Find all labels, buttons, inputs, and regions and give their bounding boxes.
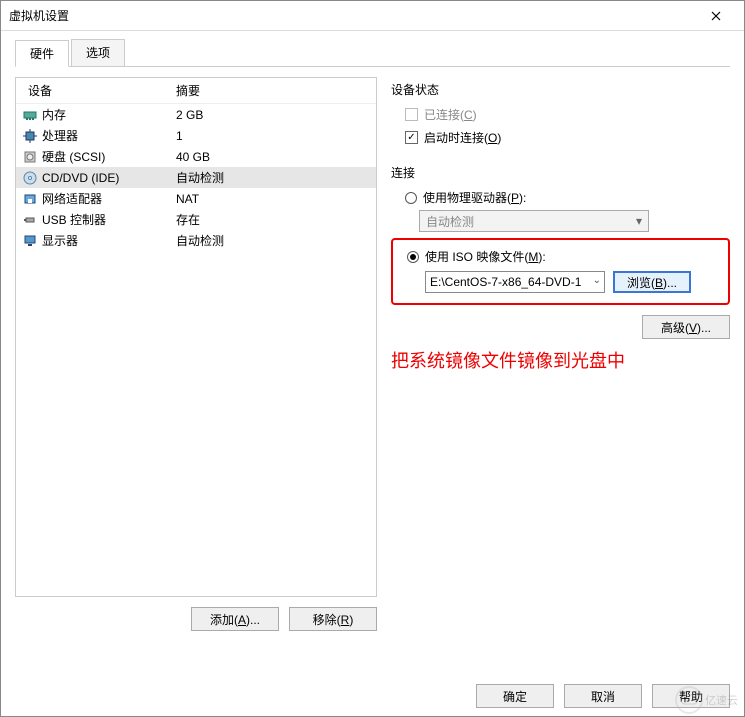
device-name: 显示器 bbox=[42, 232, 176, 249]
poweron-label: 启动时连接(O) bbox=[424, 129, 501, 146]
left-column: 设备 摘要 内存2 GB处理器1硬盘 (SCSI)40 GBCD/DVD (ID… bbox=[15, 77, 377, 708]
header-summary: 摘要 bbox=[176, 82, 376, 99]
tab-hardware[interactable]: 硬件 bbox=[15, 40, 69, 67]
window-title: 虚拟机设置 bbox=[9, 7, 696, 24]
device-row-网络适配器[interactable]: 网络适配器NAT bbox=[16, 188, 376, 209]
physical-drive-dropdown[interactable]: 自动检测 bbox=[419, 210, 649, 232]
device-name: USB 控制器 bbox=[42, 211, 176, 228]
poweron-checkbox[interactable] bbox=[405, 131, 418, 144]
connected-checkbox-row: 已连接(C) bbox=[405, 106, 730, 123]
device-name: CD/DVD (IDE) bbox=[42, 171, 176, 185]
device-name: 网络适配器 bbox=[42, 190, 176, 207]
iso-radio[interactable] bbox=[407, 251, 419, 263]
remove-button[interactable]: 移除(R) bbox=[289, 607, 377, 631]
usb-icon bbox=[22, 212, 38, 228]
poweron-checkbox-row[interactable]: 启动时连接(O) bbox=[405, 129, 730, 146]
physical-label: 使用物理驱动器(P): bbox=[423, 189, 526, 206]
device-value: 2 GB bbox=[176, 108, 376, 122]
iso-radio-row[interactable]: 使用 ISO 映像文件(M): bbox=[407, 248, 722, 265]
tab-bar: 硬件 选项 bbox=[15, 39, 730, 67]
header-device: 设备 bbox=[16, 82, 176, 99]
device-value: 存在 bbox=[176, 211, 376, 228]
device-row-处理器[interactable]: 处理器1 bbox=[16, 125, 376, 146]
display-icon bbox=[22, 233, 38, 249]
device-name: 内存 bbox=[42, 106, 176, 123]
right-column: 设备状态 已连接(C) 启动时连接(O) 连接 使用物理驱动器(P): 自动检测 bbox=[391, 77, 730, 708]
annotation-text: 把系统镜像文件镜像到光盘中 bbox=[391, 347, 730, 373]
connected-checkbox bbox=[405, 108, 418, 121]
memory-icon bbox=[22, 107, 38, 123]
nic-icon bbox=[22, 191, 38, 207]
vm-settings-window: 虚拟机设置 硬件 选项 设备 摘要 内存2 GB处理器1硬盘 (SCSI)40 … bbox=[0, 0, 745, 717]
connection-title: 连接 bbox=[391, 164, 730, 181]
device-value: 自动检测 bbox=[176, 232, 376, 249]
close-button[interactable] bbox=[696, 2, 736, 30]
highlight-box: 使用 ISO 映像文件(M): ⌄ 浏览(B)... bbox=[391, 238, 730, 305]
device-list: 设备 摘要 内存2 GB处理器1硬盘 (SCSI)40 GBCD/DVD (ID… bbox=[15, 77, 377, 597]
device-row-显示器[interactable]: 显示器自动检测 bbox=[16, 230, 376, 251]
disk-icon bbox=[22, 149, 38, 165]
titlebar: 虚拟机设置 bbox=[1, 1, 744, 31]
cpu-icon bbox=[22, 128, 38, 144]
content-area: 硬件 选项 设备 摘要 内存2 GB处理器1硬盘 (SCSI)40 GBCD/D… bbox=[1, 31, 744, 716]
device-value: 1 bbox=[176, 129, 376, 143]
browse-button[interactable]: 浏览(B)... bbox=[613, 271, 691, 293]
cd-icon bbox=[22, 170, 38, 186]
device-row-内存[interactable]: 内存2 GB bbox=[16, 104, 376, 125]
device-row-USB 控制器[interactable]: USB 控制器存在 bbox=[16, 209, 376, 230]
watermark: 亿速云 bbox=[675, 686, 738, 714]
connected-label: 已连接(C) bbox=[424, 106, 477, 123]
device-list-header: 设备 摘要 bbox=[16, 78, 376, 104]
device-status-title: 设备状态 bbox=[391, 81, 730, 98]
iso-path-input[interactable] bbox=[425, 271, 605, 293]
device-row-CD/DVD (IDE)[interactable]: CD/DVD (IDE)自动检测 bbox=[16, 167, 376, 188]
ok-button[interactable]: 确定 bbox=[476, 684, 554, 708]
device-value: 自动检测 bbox=[176, 169, 376, 186]
device-name: 处理器 bbox=[42, 127, 176, 144]
device-value: NAT bbox=[176, 192, 376, 206]
cloud-icon bbox=[675, 686, 703, 714]
advanced-row: 高级(V)... bbox=[391, 315, 730, 339]
tab-body: 设备 摘要 内存2 GB处理器1硬盘 (SCSI)40 GBCD/DVD (ID… bbox=[15, 67, 730, 708]
iso-input-row: ⌄ 浏览(B)... bbox=[425, 271, 722, 293]
device-value: 40 GB bbox=[176, 150, 376, 164]
physical-radio-row[interactable]: 使用物理驱动器(P): bbox=[405, 189, 730, 206]
iso-label: 使用 ISO 映像文件(M): bbox=[425, 248, 546, 265]
advanced-button[interactable]: 高级(V)... bbox=[642, 315, 730, 339]
device-row-硬盘 (SCSI)[interactable]: 硬盘 (SCSI)40 GB bbox=[16, 146, 376, 167]
device-buttons: 添加(A)... 移除(R) bbox=[15, 607, 377, 631]
tab-options[interactable]: 选项 bbox=[71, 39, 125, 66]
physical-radio[interactable] bbox=[405, 192, 417, 204]
cancel-button[interactable]: 取消 bbox=[564, 684, 642, 708]
device-name: 硬盘 (SCSI) bbox=[42, 148, 176, 165]
add-button[interactable]: 添加(A)... bbox=[191, 607, 279, 631]
